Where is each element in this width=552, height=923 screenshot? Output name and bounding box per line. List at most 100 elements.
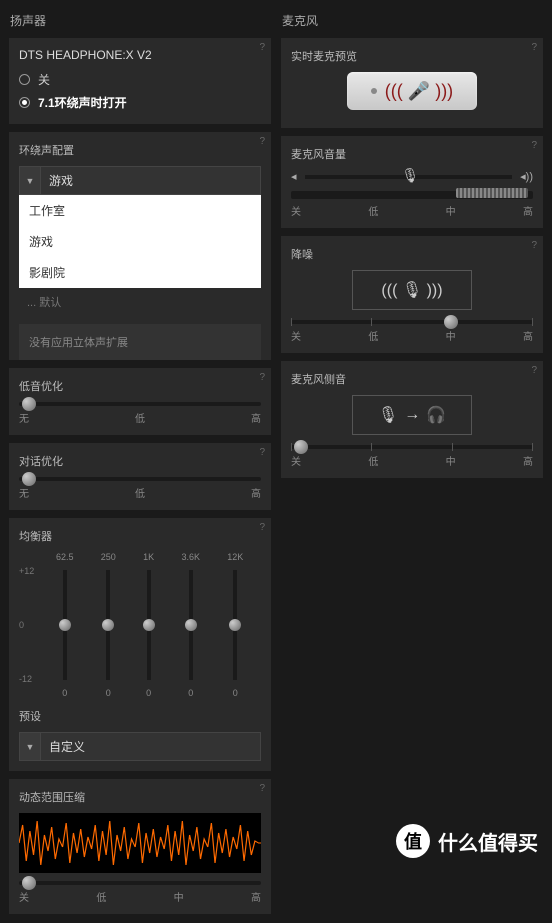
surround-default[interactable]: ... 默认 — [19, 288, 261, 316]
eq-mark-0: 0 — [19, 620, 34, 630]
eq-val: 0 — [188, 688, 193, 698]
dialog-slider[interactable] — [19, 477, 261, 481]
mic-volume-slider-1[interactable]: 🎙 — [305, 175, 513, 179]
eq-freq: 62.5 — [56, 552, 74, 562]
drc-label: 高 — [251, 889, 261, 904]
surround-option-studio[interactable]: 工作室 — [19, 195, 261, 226]
eq-mark-minus12: -12 — [19, 674, 34, 684]
eq-panel: ? 均衡器 +120-12 62.50 2500 1K0 3.6K0 12K0 … — [8, 517, 272, 772]
bass-label-low: 低 — [135, 410, 145, 425]
noise-reduce-icon: ((( 🎙 ))) — [381, 280, 442, 300]
dts-label: DTS HEADPHONE:X V2 — [19, 48, 261, 62]
headphone-icon: 🎧 — [426, 405, 446, 425]
drc-waveform — [19, 813, 261, 873]
sidetone-icon-box[interactable]: 🎙 → 🎧 — [352, 395, 472, 435]
sidetone-slider[interactable] — [291, 445, 533, 449]
eq-freq: 3.6K — [181, 552, 200, 562]
drc-label: 低 — [96, 889, 106, 904]
watermark: 值 什么值得买 — [396, 824, 538, 858]
label: 中 — [446, 328, 456, 343]
nr-icon-box[interactable]: ((( 🎙 ))) — [352, 270, 472, 310]
eq-slider-4[interactable] — [189, 570, 193, 680]
help-icon[interactable]: ? — [531, 240, 537, 251]
surround-selected: 游戏 — [41, 166, 261, 195]
mode-off-label: 关 — [38, 71, 50, 88]
mic-title: 麦克风 — [282, 12, 544, 29]
radio-on[interactable] — [19, 97, 30, 108]
mic-preview-title: 实时麦克预览 — [291, 48, 533, 64]
drc-panel: ? 动态范围压缩 关 低 中 高 — [8, 778, 272, 915]
surround-option-cinema[interactable]: 影剧院 — [19, 257, 261, 288]
volume-high-icon: ◂)) — [520, 170, 533, 183]
label: 中 — [446, 203, 456, 218]
mic-volume-title: 麦克风音量 — [291, 146, 533, 162]
label: 关 — [291, 203, 301, 218]
help-icon[interactable]: ? — [531, 140, 537, 151]
nr-slider[interactable] — [291, 320, 533, 324]
help-icon[interactable]: ? — [259, 783, 265, 794]
mic-volume-slider-2[interactable] — [291, 191, 533, 199]
surround-panel: ? 环绕声配置 ▼ 游戏 工作室 游戏 影剧院 ... 默认 没有应用立体声扩展 — [8, 131, 272, 361]
drc-label: 关 — [19, 889, 29, 904]
microphone-icon: ((( 🎤 ))) — [385, 81, 453, 102]
help-icon[interactable]: ? — [259, 522, 265, 533]
mode-on-label: 7.1环绕声时打开 — [38, 94, 127, 111]
mode-on-row[interactable]: 7.1环绕声时打开 — [19, 91, 261, 114]
preset-title: 预设 — [19, 708, 261, 724]
microphone-icon[interactable]: 🎙 — [401, 167, 415, 181]
drc-slider[interactable] — [19, 881, 261, 885]
drc-label: 中 — [174, 889, 184, 904]
help-icon[interactable]: ? — [259, 372, 265, 383]
surround-option-game[interactable]: 游戏 — [19, 226, 261, 257]
speaker-title: 扬声器 — [10, 12, 272, 29]
label: 高 — [523, 453, 533, 468]
label: 低 — [368, 328, 378, 343]
help-icon[interactable]: ? — [259, 42, 265, 53]
eq-slider-2[interactable] — [106, 570, 110, 680]
eq-slider-1[interactable] — [63, 570, 67, 680]
label: 关 — [291, 328, 301, 343]
eq-freq: 250 — [101, 552, 116, 562]
mode-off-row[interactable]: 关 — [19, 68, 261, 91]
eq-slider-3[interactable] — [147, 570, 151, 680]
mic-preview-panel: ? 实时麦克预览 ((( 🎤 ))) — [280, 37, 544, 129]
arrow-right-icon: → — [404, 406, 420, 424]
sidetone-title: 麦克风侧音 — [291, 371, 533, 387]
eq-val: 0 — [106, 688, 111, 698]
chevron-down-icon[interactable]: ▼ — [19, 732, 41, 761]
dts-panel: ? DTS HEADPHONE:X V2 关 7.1环绕声时打开 — [8, 37, 272, 125]
watermark-text: 什么值得买 — [438, 827, 538, 856]
mic-volume-panel: ? 麦克风音量 ◂ 🎙 ◂)) 关低中高 — [280, 135, 544, 229]
volume-low-icon: ◂ — [291, 170, 297, 183]
help-icon[interactable]: ? — [531, 365, 537, 376]
drc-title: 动态范围压缩 — [19, 789, 261, 805]
bass-label-high: 高 — [251, 410, 261, 425]
dialog-panel: ? 对话优化 无低高 — [8, 442, 272, 511]
sidetone-panel: ? 麦克风侧音 🎙→🎧 关低中高 — [280, 360, 544, 479]
bass-slider[interactable] — [19, 402, 261, 406]
eq-freq: 12K — [227, 552, 243, 562]
label: 关 — [291, 453, 301, 468]
help-icon[interactable]: ? — [259, 136, 265, 147]
surround-dropdown[interactable]: ▼ 游戏 — [19, 166, 261, 195]
bass-title: 低音优化 — [19, 378, 261, 394]
stereo-message: 没有应用立体声扩展 — [19, 324, 261, 360]
label: 中 — [446, 453, 456, 468]
bass-panel: ? 低音优化 无 低 高 — [8, 367, 272, 436]
eq-val: 0 — [62, 688, 67, 698]
eq-val: 0 — [146, 688, 151, 698]
eq-mark-plus12: +12 — [19, 566, 34, 576]
chevron-down-icon[interactable]: ▼ — [19, 166, 41, 195]
preset-dropdown[interactable]: ▼ 自定义 — [19, 732, 261, 761]
dialog-label-high: 高 — [251, 485, 261, 500]
label: 低 — [368, 203, 378, 218]
help-icon[interactable]: ? — [531, 42, 537, 53]
help-icon[interactable]: ? — [259, 447, 265, 458]
eq-val: 0 — [233, 688, 238, 698]
surround-options: 工作室 游戏 影剧院 — [19, 195, 261, 288]
microphone-icon: 🎙 — [378, 405, 398, 425]
radio-off[interactable] — [19, 74, 30, 85]
mic-preview-button[interactable]: ((( 🎤 ))) — [347, 72, 477, 110]
bass-label-none: 无 — [19, 410, 29, 425]
eq-slider-5[interactable] — [233, 570, 237, 680]
